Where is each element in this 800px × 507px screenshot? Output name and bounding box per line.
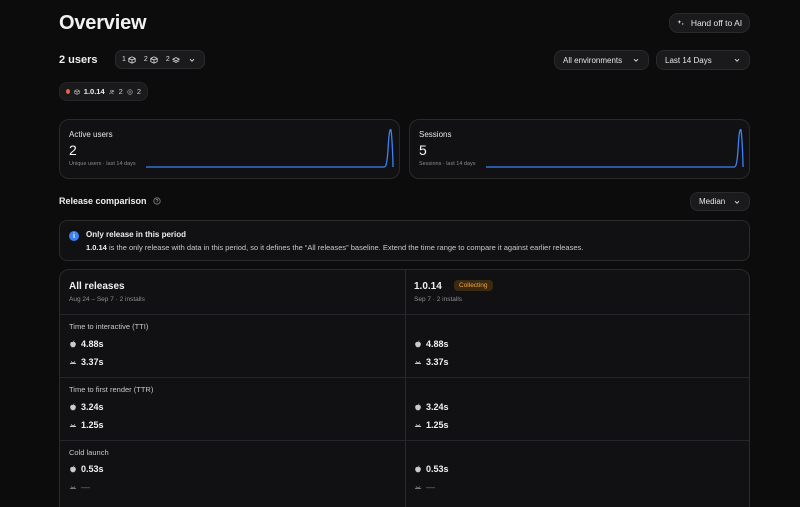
metric-name-cold-launch: Cold launch xyxy=(69,448,109,457)
aggregate-select[interactable]: Median xyxy=(690,192,750,211)
release-column-title: 1.0.14 Collecting xyxy=(414,280,493,292)
apple-icon xyxy=(415,403,421,411)
metric-value-ios: 4.88s xyxy=(69,339,104,349)
info-body: 1.0.14 is the only release with data in … xyxy=(86,243,583,252)
sessions-sparkline xyxy=(486,128,744,168)
environment-select[interactable]: All environments xyxy=(554,50,649,70)
info-title: Only release in this period xyxy=(86,230,187,239)
value-text: — xyxy=(81,482,90,492)
date-range-value: Last 14 Days xyxy=(665,55,712,65)
status-dot xyxy=(66,89,70,94)
box-icon xyxy=(128,55,136,64)
value-text: 0.53s xyxy=(81,464,104,474)
active-users-card[interactable]: Active users 2 Unique users · last 14 da… xyxy=(59,119,400,179)
help-icon[interactable] xyxy=(152,197,161,205)
apple-icon xyxy=(415,340,421,348)
row-divider xyxy=(60,377,749,378)
users-count-title: 2 users xyxy=(59,54,98,66)
users-breakdown-dropdown[interactable]: 1 2 2 xyxy=(115,50,205,69)
chevron-down-icon xyxy=(189,58,195,62)
chip-1: 1 xyxy=(122,55,136,64)
chevron-down-icon xyxy=(633,58,639,62)
collecting-badge: Collecting xyxy=(454,280,493,291)
metric-name-tti: Time to interactive (TTI) xyxy=(69,322,149,331)
sessions-card[interactable]: Sessions 5 Sessions · last 14 days xyxy=(409,119,750,179)
value-text: 4.88s xyxy=(81,339,104,349)
active-users-sparkline xyxy=(146,128,394,168)
chip-count: 1 xyxy=(122,56,126,63)
release-installs: 2 xyxy=(136,87,142,96)
metric-value-android: 1.25s xyxy=(69,420,104,430)
release-users: 2 xyxy=(118,87,123,96)
metric-value-android: 1.25s xyxy=(414,420,449,430)
value-text: 3.24s xyxy=(81,402,104,412)
section-title-text: Release comparison xyxy=(59,196,147,206)
page-title: Overview xyxy=(59,12,147,34)
android-icon xyxy=(69,485,77,489)
metric-value-android: 3.37s xyxy=(414,357,449,367)
android-icon xyxy=(69,360,77,364)
value-text: 3.37s xyxy=(81,357,104,367)
value-text: 3.24s xyxy=(426,402,449,412)
row-divider xyxy=(60,314,749,315)
chevron-down-icon xyxy=(734,200,740,204)
value-text: 1.25s xyxy=(426,420,449,430)
metric-value-ios: 3.24s xyxy=(69,402,104,412)
aggregate-value: Median xyxy=(699,197,726,206)
apple-icon xyxy=(70,340,76,348)
apple-icon xyxy=(415,465,421,473)
metric-value-ios: 4.88s xyxy=(414,339,449,349)
release-version: 1.0.14 xyxy=(83,87,105,96)
metric-value-ios: 3.24s xyxy=(414,402,449,412)
info-body-text: is the only release with data in this pe… xyxy=(106,243,584,252)
all-releases-title: All releases xyxy=(69,281,125,292)
metric-value-android: — xyxy=(414,482,435,492)
stack-icon xyxy=(171,56,180,63)
value-text: 4.88s xyxy=(426,339,449,349)
hand-off-label: Hand off to AI xyxy=(690,18,743,28)
value-text: 0.53s xyxy=(426,464,449,474)
apple-icon xyxy=(70,403,76,411)
android-icon xyxy=(414,423,422,427)
chip-count: 2 xyxy=(143,56,148,63)
metric-name-ttr: Time to first render (TTR) xyxy=(69,385,154,394)
chevron-down-icon xyxy=(734,58,740,62)
date-range-select[interactable]: Last 14 Days xyxy=(656,50,750,70)
release-comparison-title: Release comparison xyxy=(59,196,161,206)
android-icon xyxy=(69,423,77,427)
value-text: 1.25s xyxy=(81,420,104,430)
metric-value-ios: 0.53s xyxy=(414,464,449,474)
chip-2: 2 xyxy=(143,55,158,64)
chip-3: 2 xyxy=(166,56,180,64)
value-text: 3.37s xyxy=(426,357,449,367)
chip-count: 2 xyxy=(165,56,170,63)
users-icon xyxy=(108,89,114,94)
release-column-version: 1.0.14 xyxy=(414,281,442,292)
box-icon xyxy=(74,88,80,95)
android-icon xyxy=(414,485,422,489)
environment-value: All environments xyxy=(563,55,623,65)
release-filter-pill[interactable]: 1.0.14 2 2 xyxy=(59,82,148,101)
sparkle-icon xyxy=(677,19,684,26)
info-icon: i xyxy=(69,231,79,241)
metric-value-ios: 0.53s xyxy=(69,464,104,474)
all-releases-subtitle: Aug 24 – Sep 7 · 2 installs xyxy=(69,296,145,303)
install-icon xyxy=(127,88,133,95)
android-icon xyxy=(414,360,422,364)
release-comparison-table: All releases Aug 24 – Sep 7 · 2 installs… xyxy=(59,269,750,507)
info-version: 1.0.14 xyxy=(86,243,107,252)
hand-off-to-ai-button[interactable]: Hand off to AI xyxy=(669,13,750,33)
column-divider xyxy=(405,270,406,507)
release-column-subtitle: Sep 7 · 2 installs xyxy=(414,296,463,303)
apple-icon xyxy=(70,465,76,473)
metric-value-android: — xyxy=(69,482,90,492)
info-banner: i Only release in this period 1.0.14 is … xyxy=(59,220,750,261)
box-icon xyxy=(150,55,158,64)
row-divider xyxy=(60,440,749,441)
metric-value-android: 3.37s xyxy=(69,357,104,367)
value-text: — xyxy=(426,482,435,492)
